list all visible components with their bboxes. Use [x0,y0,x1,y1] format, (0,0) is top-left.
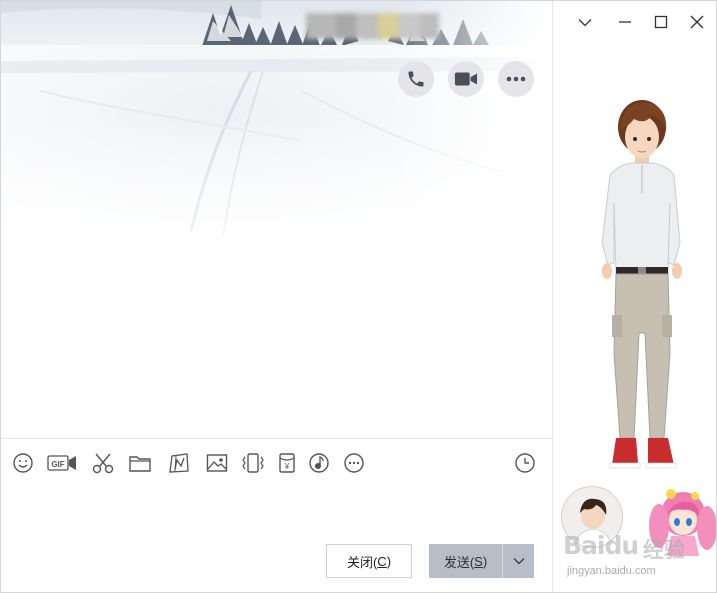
smiley-icon [13,453,33,473]
blur-block [336,13,356,39]
vibrate-icon [242,453,264,473]
red-packet-button[interactable]: ¥ [276,450,298,476]
gif-icon-label: GIF [51,460,64,469]
chevron-down-icon [578,18,592,26]
video-call-button[interactable] [448,61,484,97]
message-history-area[interactable] [1,261,552,438]
send-shortcut-key: S [474,553,483,569]
yuan-icon: ¥ [279,453,295,473]
yuan-icon-label: ¥ [284,462,290,471]
watermark-url: jingyan.baidu.com [567,565,656,577]
minimize-button[interactable] [610,7,640,37]
ellipsis-icon [506,76,526,82]
blur-block [306,13,336,39]
doodle-icon [169,453,189,473]
send-options-dropdown[interactable] [503,544,534,578]
scissors-icon [92,453,114,474]
blur-block [356,13,378,39]
window-menu-button[interactable] [570,7,600,37]
gif-icon: GIF [47,455,76,471]
more-actions-button[interactable] [498,61,534,97]
image-icon [206,454,228,472]
more-tools-button[interactable] [343,450,365,476]
send-image-button[interactable] [205,450,229,476]
blur-block [398,13,420,39]
close-label-suffix: ) [386,553,392,569]
close-label: 关闭( [346,554,378,570]
voice-call-button[interactable] [398,61,434,97]
snow-landscape-background [1,1,552,261]
emoji-button[interactable] [11,450,35,476]
gif-button[interactable]: GIF [47,450,77,476]
shake-window-button[interactable] [241,450,265,476]
square-icon [654,15,668,29]
show-sidebar: Baidu 经验 jingyan.baidu.com [552,1,716,592]
contact-show-avatar[interactable] [590,93,694,479]
close-window-button[interactable] [682,7,712,37]
clock-icon [515,453,535,473]
folder-icon [129,456,151,472]
chat-pane: GIF ¥ 关闭(C) 发送(S) [1,1,552,592]
music-button[interactable] [307,450,331,476]
friend-avatar[interactable] [641,484,716,556]
doodle-button[interactable] [167,450,191,476]
ellipsis-circle-icon [344,453,364,473]
screenshot-button[interactable] [91,450,115,476]
music-icon [309,453,329,473]
chevron-down-icon [513,558,524,565]
send-label: 发送( [443,554,475,570]
send-button[interactable]: 发送(S) [429,544,534,578]
input-toolbar: GIF ¥ [1,438,552,484]
close-chat-button[interactable]: 关闭(C) [326,544,412,578]
minus-icon [619,21,631,23]
phone-icon [408,71,424,87]
message-input-area[interactable] [1,484,552,544]
send-label-suffix: ) [482,553,488,569]
message-history-button[interactable] [514,450,536,476]
close-shortcut-key: C [377,553,387,569]
blur-block [378,13,398,39]
send-file-button[interactable] [128,450,152,476]
video-camera-icon [454,72,478,86]
send-label-area[interactable]: 发送(S) [429,544,502,578]
my-avatar[interactable] [561,486,623,548]
blur-block [420,13,439,39]
chat-window: GIF ¥ 关闭(C) 发送(S) Baidu 经验 jingyan.b… [0,0,717,593]
close-icon [690,15,704,29]
maximize-button[interactable] [646,7,676,37]
contact-name-blurred [306,9,439,43]
